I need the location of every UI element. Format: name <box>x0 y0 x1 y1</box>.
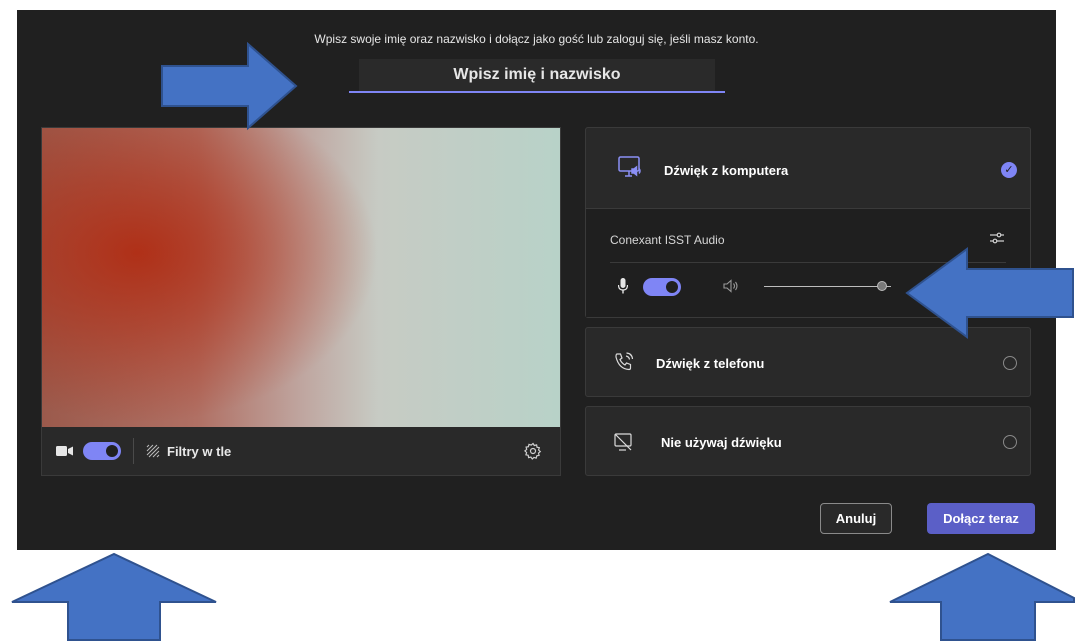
microphone-toggle[interactable] <box>643 278 681 296</box>
microphone-icon <box>617 278 629 299</box>
camera-feed <box>42 128 560 427</box>
arrow-left-icon <box>905 247 1074 339</box>
computer-audio-icon <box>618 156 644 185</box>
arrow-up-icon <box>889 552 1075 641</box>
background-filters-button[interactable]: Filtry w tle <box>167 444 231 459</box>
name-input[interactable] <box>359 59 715 91</box>
settings-icon[interactable] <box>524 442 542 460</box>
background-effects-icon[interactable] <box>146 444 160 458</box>
selected-check-icon: ✓ <box>1001 162 1017 178</box>
audio-option-none[interactable]: Nie używaj dźwięku <box>585 406 1031 476</box>
cancel-button[interactable]: Anuluj <box>820 503 892 534</box>
divider <box>133 438 134 464</box>
join-now-button[interactable]: Dołącz teraz <box>927 503 1035 534</box>
video-controls-bar: Filtry w tle <box>42 427 560 475</box>
camera-toggle[interactable] <box>83 442 121 460</box>
no-audio-label: Nie używaj dźwięku <box>661 435 782 450</box>
video-preview: Filtry w tle <box>41 127 561 476</box>
no-audio-icon <box>614 433 634 456</box>
volume-slider[interactable] <box>764 281 891 293</box>
computer-audio-label: Dźwięk z komputera <box>664 163 789 178</box>
name-field-wrapper <box>349 59 725 93</box>
phone-audio-label: Dźwięk z telefonu <box>656 356 765 371</box>
volume-thumb[interactable] <box>877 281 888 291</box>
camera-icon <box>56 445 74 457</box>
phone-audio-radio[interactable] <box>1003 356 1017 370</box>
audio-device-name[interactable]: Conexant ISST Audio <box>610 233 725 247</box>
arrow-up-icon <box>11 552 217 641</box>
speaker-volume-icon <box>723 279 739 298</box>
arrow-right-icon <box>161 42 298 131</box>
phone-audio-icon <box>614 352 634 377</box>
no-audio-radio[interactable] <box>1003 435 1017 449</box>
volume-track <box>764 286 891 287</box>
